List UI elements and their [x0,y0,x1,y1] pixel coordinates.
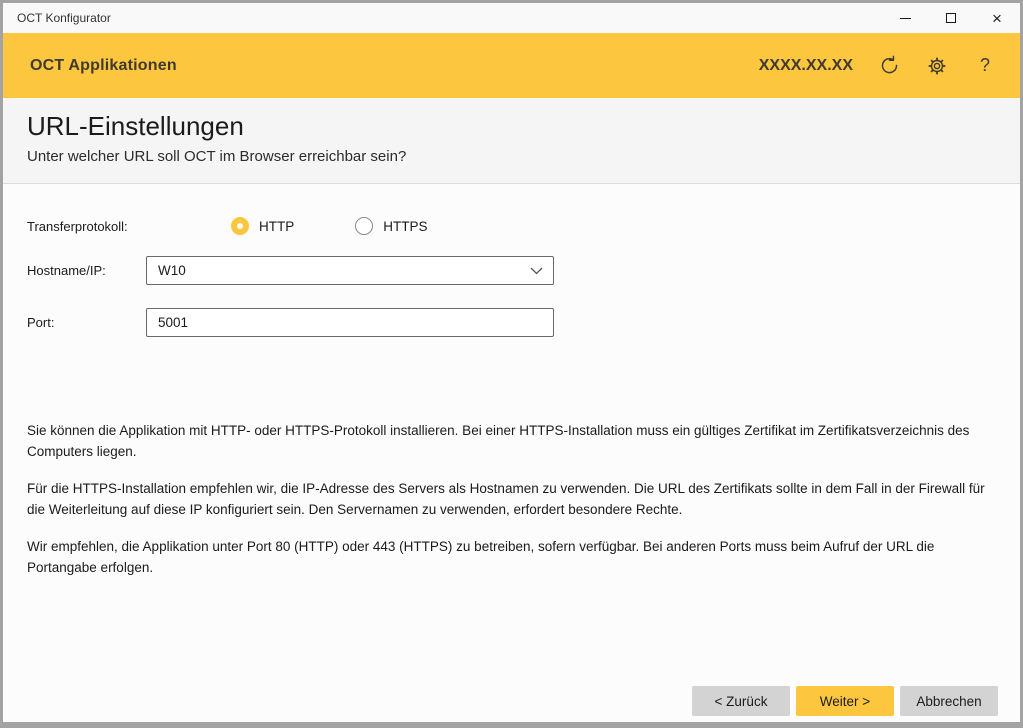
app-title: OCT Applikationen [30,57,177,75]
info-paragraph-2: Für die HTTPS-Installation empfehlen wir… [27,478,996,520]
window-controls: × [882,3,1020,33]
radio-https-label: HTTPS [383,219,427,234]
app-window: OCT Konfigurator × OCT Applikationen XXX… [0,0,1023,728]
info-text: Sie können die Applikation mit HTTP- ode… [27,420,996,578]
hostname-input[interactable] [147,257,553,284]
close-button[interactable]: × [974,3,1020,33]
maximize-button[interactable] [928,3,974,33]
protocol-row: Transferprotokoll: HTTP HTTPS [27,217,996,235]
radio-option-https[interactable]: HTTPS [355,217,427,235]
url-settings-form: Transferprotokoll: HTTP HTTPS Hostname/I… [27,217,996,337]
hostname-label: Hostname/IP: [27,263,146,278]
page-title: URL-Einstellungen [27,111,996,142]
hostname-combobox[interactable] [146,256,554,285]
refresh-icon[interactable] [877,54,901,78]
minimize-button[interactable] [882,3,928,33]
hostname-row: Hostname/IP: [27,256,996,285]
protocol-label: Transferprotokoll: [27,219,146,234]
port-input[interactable] [147,309,553,336]
titlebar: OCT Konfigurator × [3,3,1020,33]
version-label: XXXX.XX.XX [759,57,853,75]
page-header: URL-Einstellungen Unter welcher URL soll… [3,98,1020,184]
chevron-down-icon[interactable] [530,257,543,284]
wizard-footer: < Zurück Weiter > Abbrechen [692,686,998,716]
window-title: OCT Konfigurator [17,11,111,25]
radio-http-icon [231,217,249,235]
gear-icon[interactable] [925,54,949,78]
page-subtitle: Unter welcher URL soll OCT im Browser er… [27,148,996,165]
close-icon: × [992,10,1002,27]
back-button[interactable]: < Zurück [692,686,790,716]
info-paragraph-3: Wir empfehlen, die Applikation unter Por… [27,536,996,578]
app-header-actions: XXXX.XX.XX [759,54,997,78]
minimize-icon [900,18,911,19]
radio-option-http[interactable]: HTTP [231,217,294,235]
radio-https-icon [355,217,373,235]
info-paragraph-1: Sie können die Applikation mit HTTP- ode… [27,420,996,462]
app-header: OCT Applikationen XXXX.XX.XX [3,33,1020,98]
cancel-button[interactable]: Abbrechen [900,686,998,716]
port-label: Port: [27,315,146,330]
maximize-icon [946,13,956,23]
protocol-radio-group: HTTP HTTPS [231,217,428,235]
radio-http-label: HTTP [259,219,294,234]
help-icon[interactable]: ? [973,54,997,78]
next-button[interactable]: Weiter > [796,686,894,716]
port-row: Port: [27,308,996,337]
main-content: Transferprotokoll: HTTP HTTPS Hostname/I… [3,217,1020,578]
help-glyph: ? [980,55,990,76]
port-field[interactable] [146,308,554,337]
